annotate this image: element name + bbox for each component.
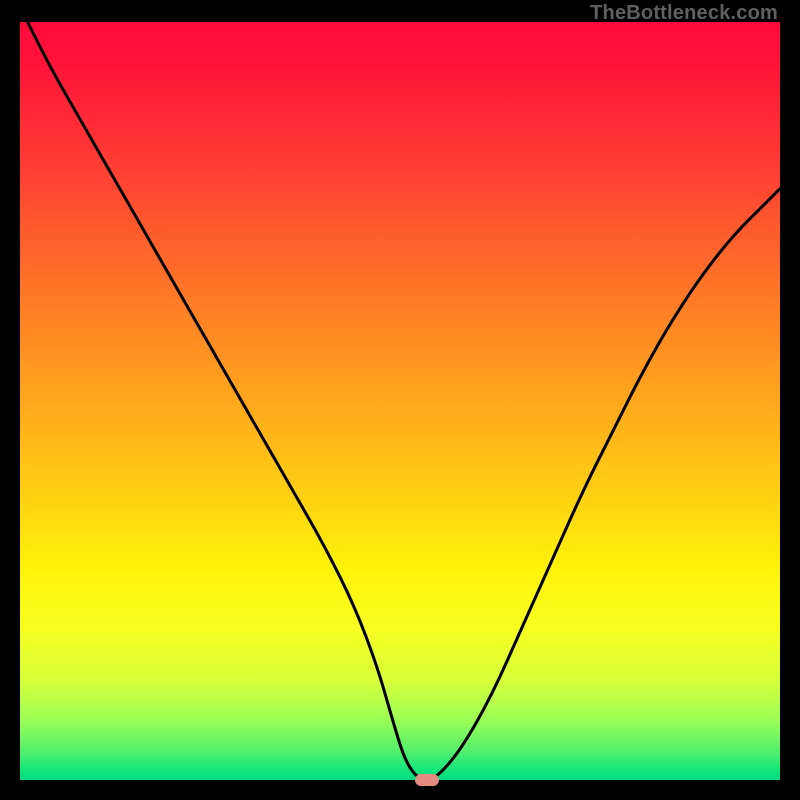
watermark-text: TheBottleneck.com (590, 2, 778, 25)
plot-area (20, 22, 780, 780)
bottleneck-curve (20, 22, 780, 780)
optimum-marker (415, 774, 439, 786)
chart-frame: TheBottleneck.com (0, 0, 800, 800)
